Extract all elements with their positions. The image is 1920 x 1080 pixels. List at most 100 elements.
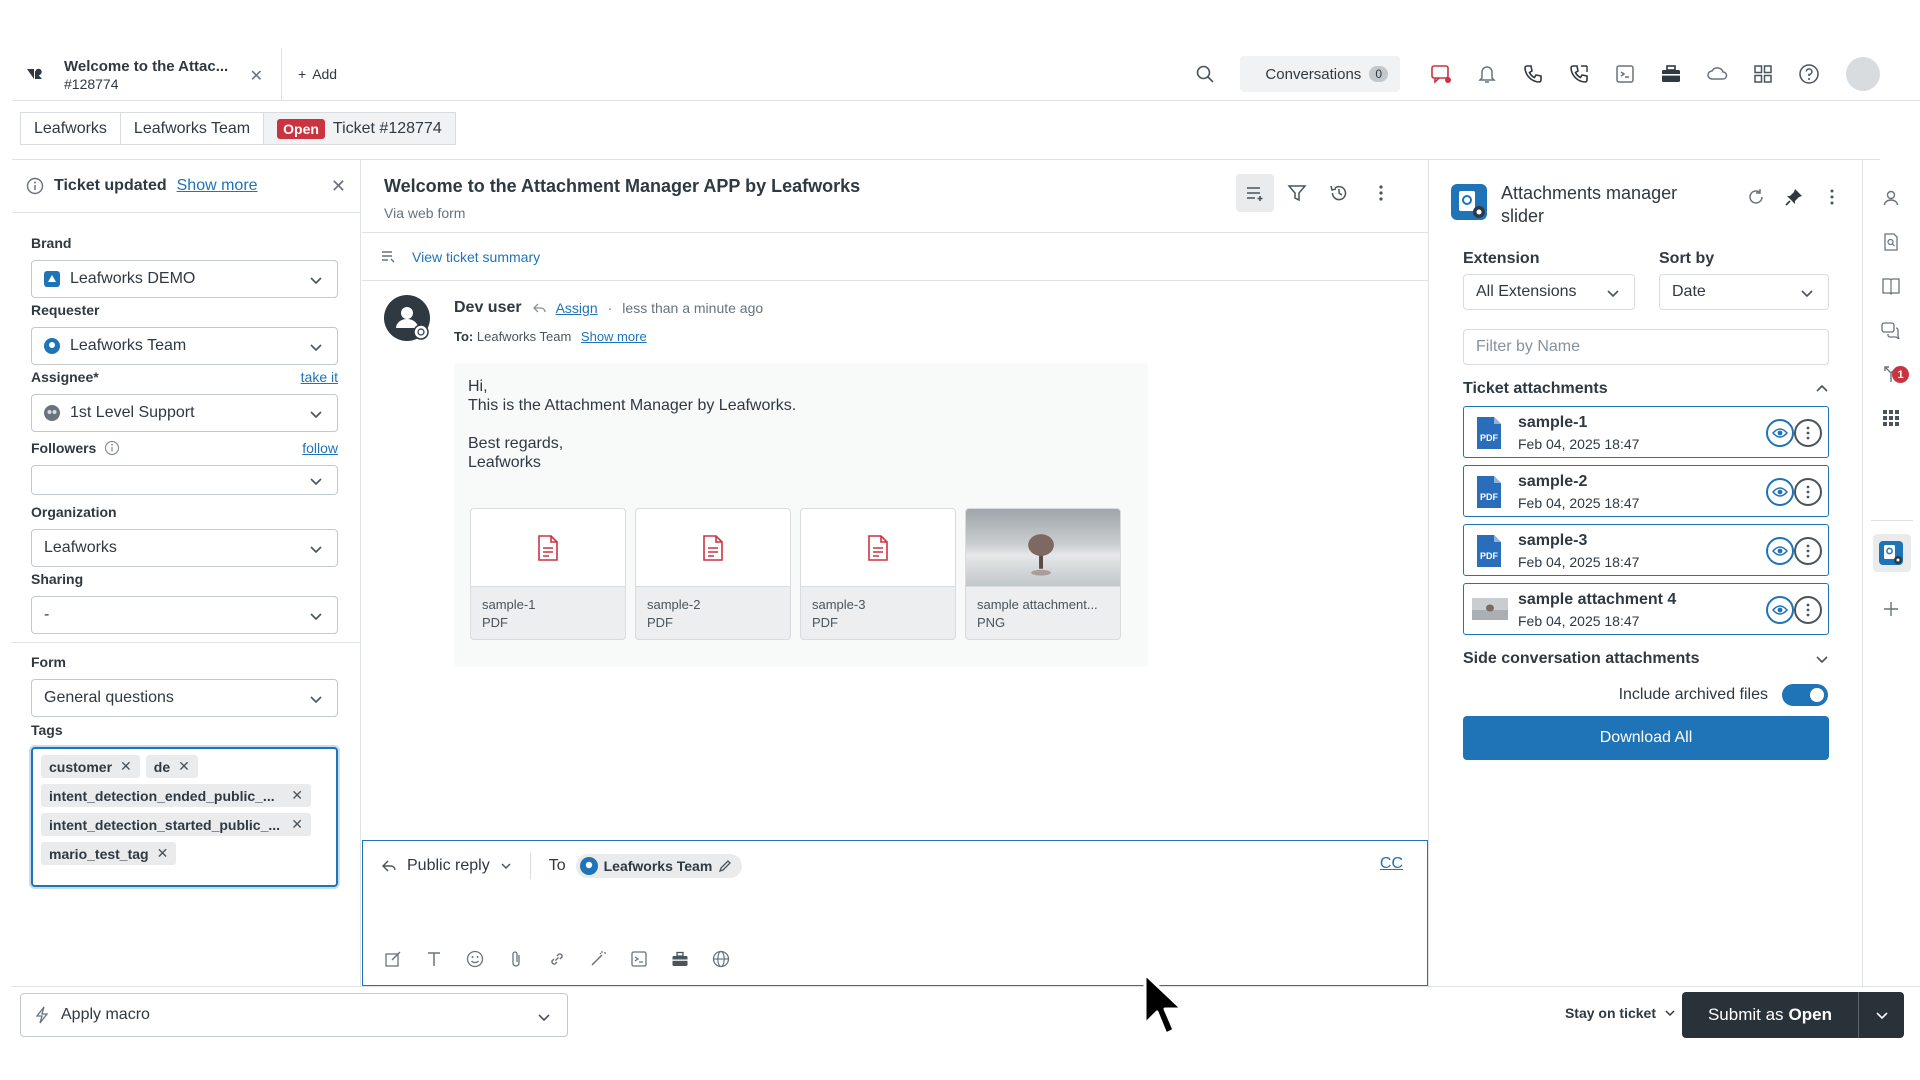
customer-context-icon[interactable] (1879, 186, 1903, 210)
emoji-icon[interactable] (463, 947, 487, 971)
bell-icon[interactable] (1464, 54, 1510, 94)
take-it-link[interactable]: take it (301, 369, 338, 385)
form-select[interactable]: General questions (31, 679, 338, 717)
organization-select[interactable]: Leafworks (31, 529, 338, 567)
edit-pencil-icon[interactable] (718, 859, 732, 873)
side-conversation-attachments-header[interactable]: Side conversation attachments (1463, 650, 1829, 668)
briefcase-icon[interactable] (1648, 54, 1694, 94)
more-options-icon[interactable] (1794, 537, 1822, 565)
close-tab-icon[interactable]: ✕ (250, 66, 263, 86)
reply-type-select[interactable]: Public reply (407, 857, 490, 875)
conversations-button[interactable]: Conversations 0 (1240, 56, 1400, 92)
recipient-avatar-icon (579, 857, 598, 875)
refresh-icon[interactable] (1747, 188, 1765, 206)
magic-wand-icon[interactable] (586, 947, 610, 971)
followers-select[interactable] (31, 465, 338, 495)
to-label: To (548, 857, 566, 874)
close-notice-icon[interactable]: ✕ (331, 176, 346, 197)
history-icon[interactable] (1320, 174, 1358, 212)
conversation-pane: Welcome to the Attachment Manager APP by… (362, 160, 1428, 986)
filter-icon[interactable] (1278, 174, 1316, 212)
apps-grid-icon[interactable] (1740, 54, 1786, 94)
reply-composer[interactable]: Public reply To Leafworks Team CC (362, 840, 1428, 986)
apply-macro-select[interactable]: Apply macro (20, 993, 568, 1037)
ticket-tab[interactable]: Welcome to the Attac... #128774 ✕ (12, 47, 282, 101)
include-archived-toggle[interactable] (1782, 684, 1828, 706)
preview-eye-icon[interactable] (1766, 537, 1794, 565)
show-more-recipients-link[interactable]: Show more (581, 329, 647, 344)
briefcase-icon[interactable] (668, 947, 692, 971)
attachment-card[interactable]: sample attachment... PNG (965, 508, 1121, 640)
submit-options-button[interactable] (1858, 992, 1904, 1038)
bottom-bar: Apply macro Stay on ticket Submit as Ope… (12, 986, 1920, 1042)
image-thumbnail (966, 509, 1120, 587)
sort-select[interactable]: Date (1659, 274, 1829, 310)
attachment-card[interactable]: sample-2 PDF (635, 508, 791, 640)
ticket-attachments-header[interactable]: Ticket attachments (1463, 380, 1829, 398)
pin-icon[interactable] (1785, 188, 1803, 206)
brand-select[interactable]: Leafworks DEMO (31, 260, 338, 298)
preview-eye-icon[interactable] (1766, 419, 1794, 447)
add-app-icon[interactable] (1879, 597, 1903, 621)
add-tab-button[interactable]: + Add (298, 66, 337, 82)
remove-tag-icon[interactable]: ✕ (291, 816, 303, 833)
chevron-down-icon[interactable] (500, 860, 512, 872)
book-icon[interactable] (1879, 274, 1903, 298)
attachment-item[interactable]: PDF sample-1 Feb 04, 2025 18:47 (1463, 406, 1829, 458)
tags-input[interactable]: customer ✕ de ✕ intent_detection_ended_pub… (31, 747, 338, 887)
cloud-icon[interactable] (1694, 54, 1740, 94)
apps-grid-icon[interactable] (1879, 406, 1903, 430)
download-all-button[interactable]: Download All (1463, 716, 1829, 760)
attachment-card[interactable]: sample-3 PDF (800, 508, 956, 640)
chat-alert-icon[interactable] (1418, 54, 1464, 94)
attachment-item[interactable]: sample attachment 4 Feb 04, 2025 18:47 (1463, 583, 1829, 635)
conversation-view-icon[interactable] (1236, 174, 1274, 212)
globe-icon[interactable] (709, 947, 733, 971)
phone-icon[interactable] (1510, 54, 1556, 94)
filter-by-name-input[interactable]: Filter by Name (1463, 329, 1829, 365)
remove-tag-icon[interactable]: ✕ (178, 758, 190, 775)
more-options-icon[interactable] (1794, 596, 1822, 624)
view-summary-link[interactable]: View ticket summary (412, 249, 540, 265)
breadcrumb-ticket[interactable]: Open Ticket #128774 (263, 112, 456, 145)
preview-eye-icon[interactable] (1766, 478, 1794, 506)
more-options-icon[interactable] (1794, 478, 1822, 506)
compose-edit-icon[interactable] (381, 947, 405, 971)
help-icon[interactable] (1786, 54, 1832, 94)
attachment-item[interactable]: PDF sample-3 Feb 04, 2025 18:47 (1463, 524, 1829, 576)
terminal-icon[interactable] (1602, 54, 1648, 94)
phone-outgoing-icon[interactable] (1556, 54, 1602, 94)
sharing-select[interactable]: - (31, 596, 338, 634)
follow-link[interactable]: follow (302, 440, 338, 456)
terminal-icon[interactable] (627, 947, 651, 971)
more-options-icon[interactable] (1362, 174, 1400, 212)
more-options-icon[interactable] (1823, 188, 1841, 206)
stay-on-ticket-select[interactable]: Stay on ticket (1565, 1005, 1676, 1021)
extension-select[interactable]: All Extensions (1463, 274, 1635, 310)
assign-link[interactable]: Assign (556, 300, 598, 316)
submit-button[interactable]: Submit as Open (1681, 992, 1858, 1038)
side-conversations-icon[interactable] (1879, 318, 1903, 342)
user-avatar[interactable] (1846, 57, 1880, 91)
search-icon[interactable] (1182, 54, 1228, 94)
remove-tag-icon[interactable]: ✕ (157, 845, 169, 862)
form-field: Form General questions (31, 654, 338, 717)
attach-file-icon[interactable] (504, 947, 528, 971)
remove-tag-icon[interactable]: ✕ (120, 758, 132, 775)
assignee-select[interactable]: 1st Level Support (31, 394, 338, 432)
conversation-header: Welcome to the Attachment Manager APP by… (362, 160, 1428, 233)
preview-eye-icon[interactable] (1766, 596, 1794, 624)
requester-select[interactable]: Leafworks Team (31, 327, 338, 365)
more-options-icon[interactable] (1794, 419, 1822, 447)
knowledge-search-icon[interactable] (1879, 230, 1903, 254)
link-icon[interactable] (545, 947, 569, 971)
breadcrumb-requester[interactable]: Leafworks Team (119, 112, 264, 145)
recipient-chip[interactable]: Leafworks Team (575, 854, 743, 878)
breadcrumb-organization[interactable]: Leafworks (20, 112, 120, 145)
attachment-item[interactable]: PDF sample-2 Feb 04, 2025 18:47 (1463, 465, 1829, 517)
cc-link[interactable]: CC (1380, 855, 1403, 873)
attachment-card[interactable]: sample-1 PDF (470, 508, 626, 640)
text-format-icon[interactable] (422, 947, 446, 971)
show-more-link[interactable]: Show more (177, 177, 258, 195)
remove-tag-icon[interactable]: ✕ (291, 787, 303, 804)
